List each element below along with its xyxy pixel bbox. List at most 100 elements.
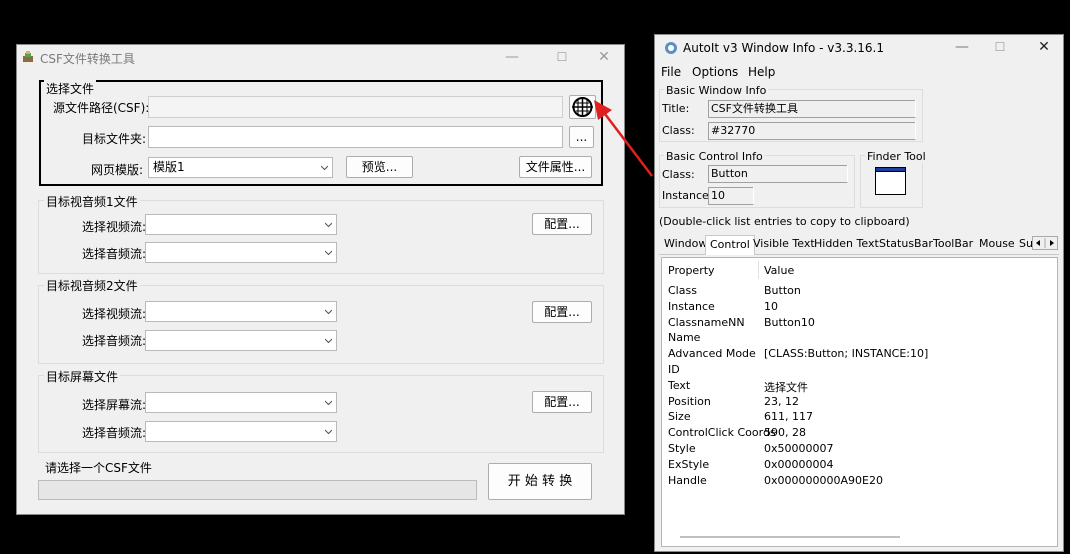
- select-file-group-title: 选择文件: [44, 80, 97, 97]
- autoit-window-title: AutoIt v3 Window Info - v3.3.16.1: [683, 41, 884, 55]
- target-folder-field[interactable]: [148, 126, 563, 148]
- list-item-value[interactable]: 选择文件: [764, 379, 808, 395]
- tab-window[interactable]: Window: [664, 235, 707, 253]
- progress-bar: [38, 480, 477, 500]
- av1-video-label: 选择视频流:: [82, 220, 147, 234]
- csf-titlebar[interactable]: CSF文件转换工具 — ☐ ✕: [17, 45, 624, 71]
- menu-help[interactable]: Help: [748, 65, 775, 79]
- list-item[interactable]: Class: [668, 284, 697, 297]
- control-properties-list[interactable]: Property Value Class Button Instance 10 …: [661, 257, 1058, 547]
- menu-options[interactable]: Options: [692, 65, 738, 79]
- target-folder-label: 目标文件夹:: [82, 132, 147, 146]
- tab-summary[interactable]: Su: [1019, 235, 1033, 253]
- preview-button[interactable]: 预览...: [346, 156, 413, 178]
- list-item-value[interactable]: 590, 28: [764, 426, 806, 439]
- list-item[interactable]: ClassnameNN: [668, 316, 745, 329]
- autoit-close-button[interactable]: ✕: [1029, 35, 1059, 59]
- list-header-divider: [758, 261, 759, 279]
- menu-file[interactable]: File: [661, 65, 681, 79]
- minimize-button[interactable]: —: [497, 45, 527, 69]
- list-item-value[interactable]: [CLASS:Button; INSTANCE:10]: [764, 347, 928, 360]
- autoit-app-icon: [665, 42, 677, 54]
- chevron-down-icon: [321, 165, 328, 171]
- screen-audio-select[interactable]: [145, 421, 337, 442]
- window-title-field[interactable]: CSF文件转换工具: [708, 100, 916, 118]
- av1-video-select[interactable]: [145, 214, 337, 235]
- av1-group-title: 目标视音频1文件: [44, 193, 140, 210]
- file-properties-button[interactable]: 文件属性...: [519, 156, 592, 178]
- list-item[interactable]: Style: [668, 442, 696, 455]
- close-button[interactable]: ✕: [589, 45, 619, 69]
- list-header-value: Value: [764, 264, 795, 277]
- list-item[interactable]: Handle: [668, 474, 707, 487]
- finder-tool-icon[interactable]: [875, 167, 906, 195]
- list-item[interactable]: Size: [668, 410, 691, 423]
- av2-group-title: 目标视音频2文件: [44, 277, 140, 294]
- av2-video-label: 选择视频流:: [82, 307, 147, 321]
- list-item[interactable]: ExStyle: [668, 458, 709, 471]
- list-item-value[interactable]: Button: [764, 284, 801, 297]
- list-item[interactable]: ControlClick Coords: [668, 426, 776, 439]
- tab-mouse[interactable]: Mouse: [979, 235, 1015, 253]
- tab-hidden-text[interactable]: Hidden Text: [814, 235, 879, 253]
- screen-config-button[interactable]: 配置...: [532, 391, 592, 413]
- source-path-field[interactable]: [148, 96, 563, 118]
- chevron-down-icon: [325, 309, 332, 315]
- chevron-down-icon: [325, 222, 332, 228]
- control-instance-field[interactable]: 10: [708, 187, 754, 205]
- list-item-value[interactable]: 611, 117: [764, 410, 813, 423]
- chevron-down-icon: [325, 338, 332, 344]
- list-item-value[interactable]: Button10: [764, 316, 815, 329]
- av2-config-button[interactable]: 配置...: [532, 301, 592, 323]
- chevron-down-icon: [325, 429, 332, 435]
- annotation-arrow: [594, 100, 653, 177]
- tab-scroll-arrows-icon: [1036, 238, 1054, 248]
- list-item-value[interactable]: 23, 12: [764, 395, 799, 408]
- screen-audio-label: 选择音频流:: [82, 426, 147, 440]
- autoit-minimize-button[interactable]: —: [947, 35, 977, 59]
- list-item[interactable]: Position: [668, 395, 711, 408]
- tab-toolbar[interactable]: ToolBar: [933, 235, 973, 253]
- window-title-label: Title:: [662, 102, 690, 115]
- maximize-button[interactable]: ☐: [547, 45, 577, 69]
- tab-visible-text[interactable]: Visible Text: [753, 235, 815, 253]
- app-icon: [23, 51, 33, 62]
- start-convert-button[interactable]: 开 始 转 换: [488, 463, 592, 500]
- status-text: 请选择一个CSF文件: [45, 461, 152, 475]
- av1-config-button[interactable]: 配置...: [532, 213, 592, 235]
- list-item[interactable]: Text: [668, 379, 690, 392]
- template-select[interactable]: 模版1: [148, 157, 333, 178]
- hint-text: (Double-click list entries to copy to cl…: [659, 215, 910, 228]
- av2-audio-select[interactable]: [145, 330, 337, 351]
- screen-stream-label: 选择屏幕流:: [82, 398, 147, 412]
- tab-statusbar[interactable]: StatusBar: [879, 235, 933, 253]
- list-header-property: Property: [668, 264, 715, 277]
- screen-stream-select[interactable]: [145, 392, 337, 413]
- basic-control-group-title: Basic Control Info: [664, 150, 765, 163]
- list-item[interactable]: Advanced Mode: [668, 347, 756, 360]
- av1-audio-select[interactable]: [145, 242, 337, 263]
- window-class-label: Class:: [662, 124, 695, 137]
- av1-audio-label: 选择音频流:: [82, 247, 147, 261]
- list-item-value[interactable]: 0x00000004: [764, 458, 834, 471]
- tab-scroll-buttons[interactable]: [1032, 236, 1058, 250]
- autoit-maximize-button[interactable]: ☐: [985, 35, 1015, 59]
- list-item[interactable]: ID: [668, 363, 680, 376]
- tab-control[interactable]: Control: [705, 235, 755, 255]
- autoit-window: AutoIt v3 Window Info - v3.3.16.1 — ☐ ✕ …: [654, 34, 1064, 552]
- av2-video-select[interactable]: [145, 301, 337, 322]
- chevron-down-icon: [325, 250, 332, 256]
- screen-group-title: 目标屏幕文件: [44, 368, 121, 385]
- list-item-value[interactable]: 0x50000007: [764, 442, 834, 455]
- control-class-field[interactable]: Button: [708, 165, 848, 183]
- av2-audio-label: 选择音频流:: [82, 334, 147, 348]
- template-select-value: 模版1: [153, 160, 185, 174]
- list-item[interactable]: Instance: [668, 300, 715, 313]
- chevron-down-icon: [325, 400, 332, 406]
- list-item[interactable]: Name: [668, 331, 700, 344]
- list-item-value[interactable]: 0x000000000A90E20: [764, 474, 883, 487]
- window-class-field[interactable]: #32770: [708, 122, 916, 140]
- list-item-value[interactable]: 10: [764, 300, 778, 313]
- horizontal-scrollbar[interactable]: [680, 536, 900, 538]
- source-path-label: 源文件路径(CSF):: [53, 101, 150, 115]
